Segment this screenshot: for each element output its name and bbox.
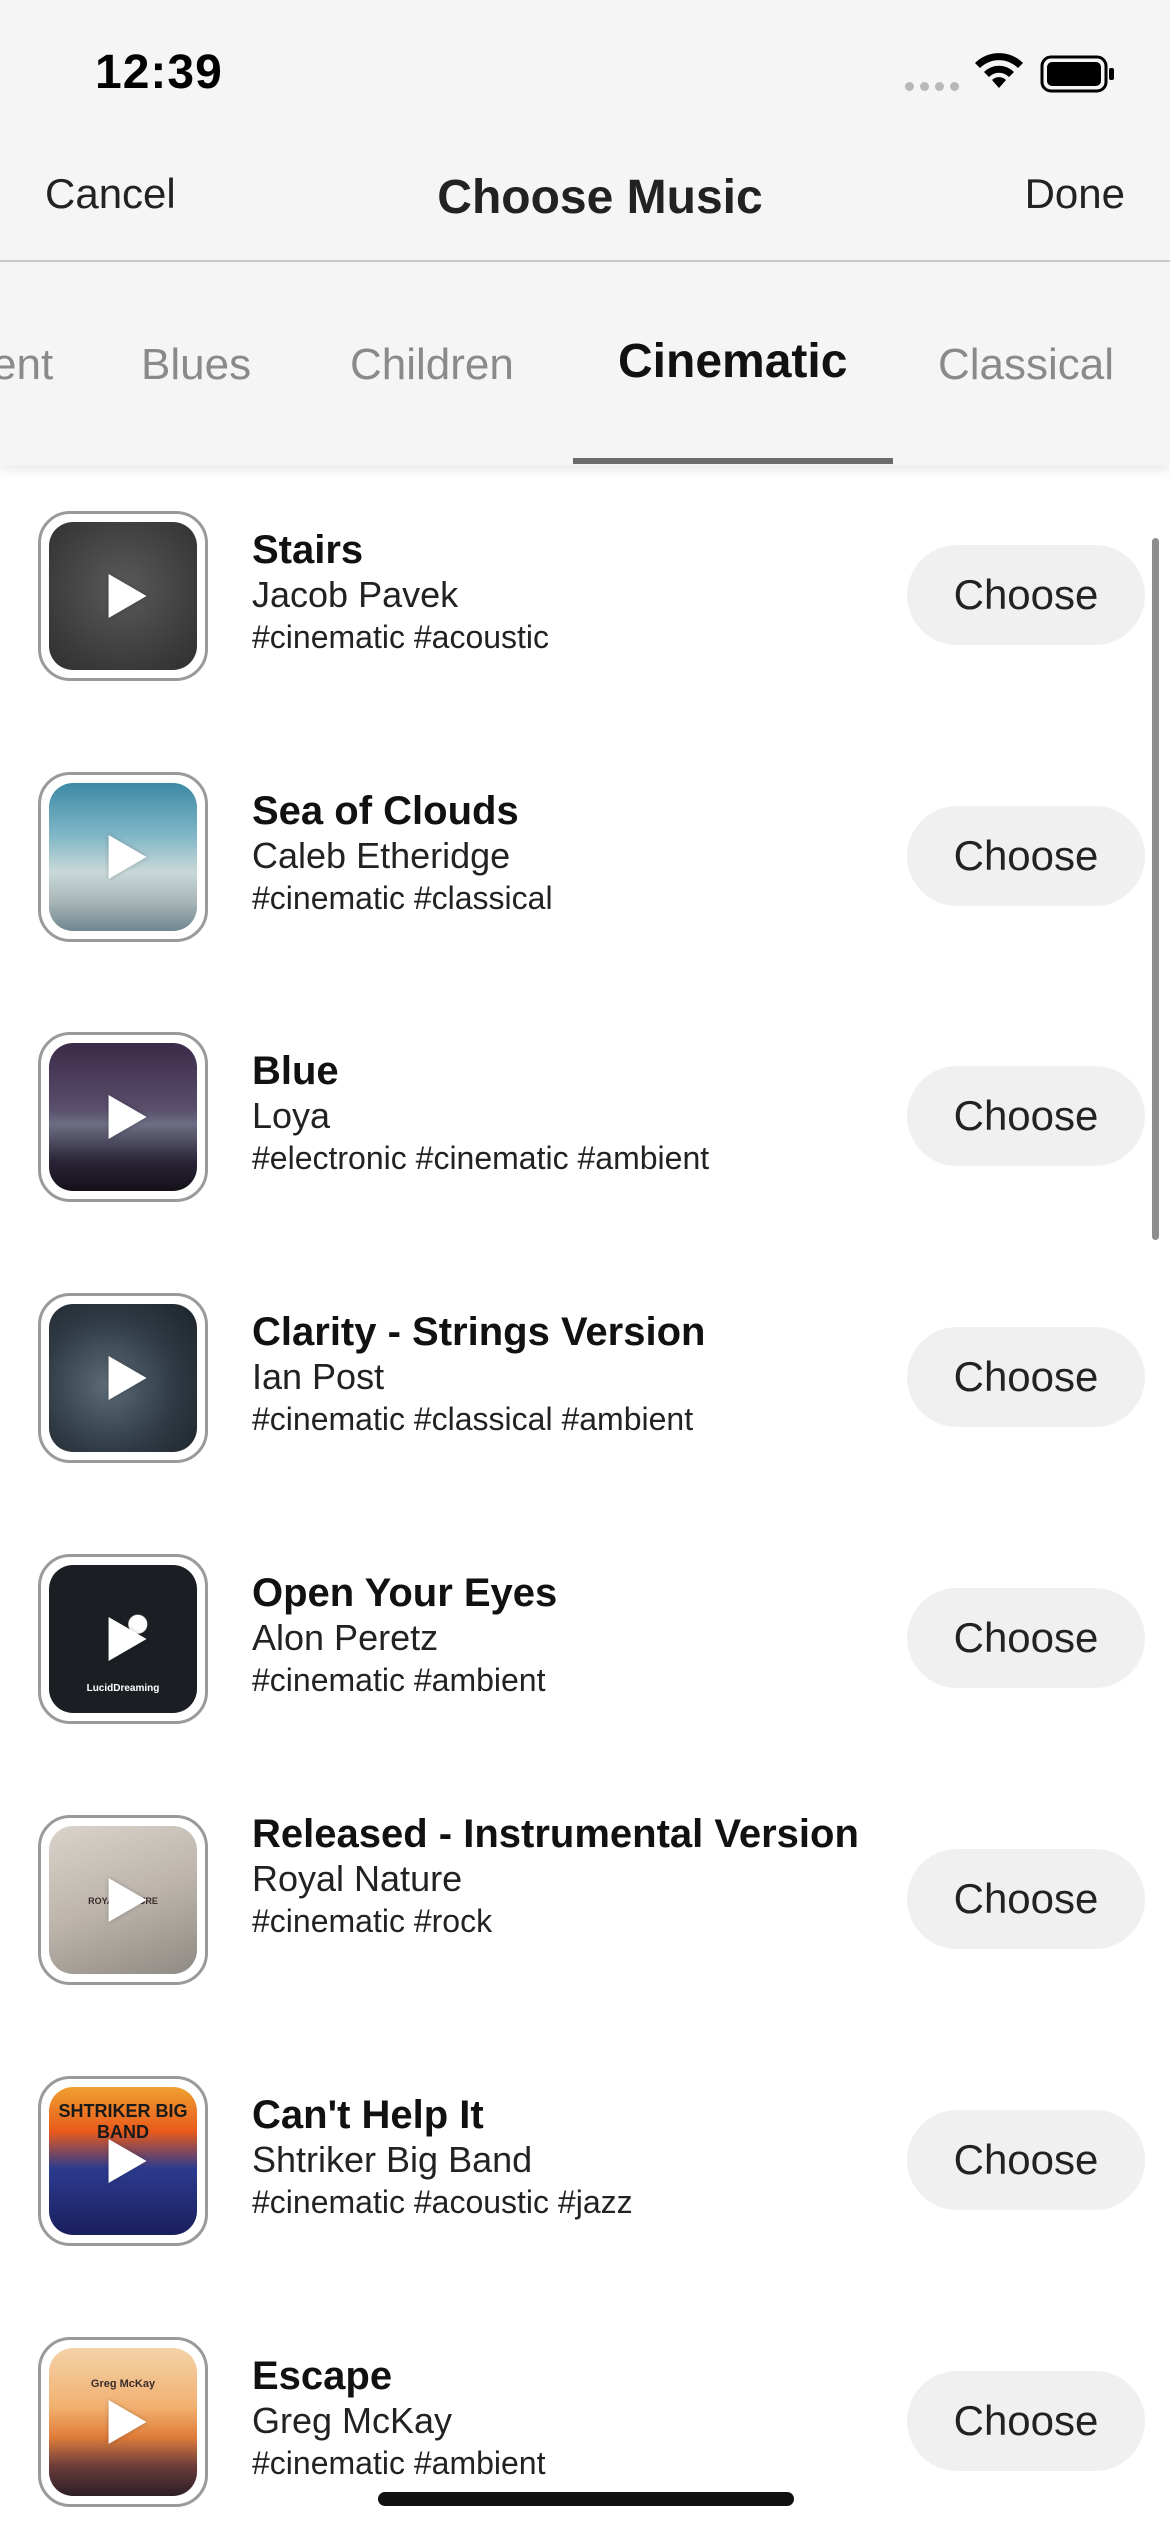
play-icon[interactable] bbox=[108, 1878, 147, 1922]
album-art-text: Greg McKay bbox=[90, 2378, 156, 2390]
track-artist: Jacob Pavek bbox=[252, 574, 459, 615]
active-tab-indicator bbox=[573, 458, 893, 464]
scroll-indicator[interactable] bbox=[1152, 538, 1159, 1240]
play-icon[interactable] bbox=[108, 2139, 147, 2183]
track-title: Clarity - Strings Version bbox=[252, 1310, 706, 1354]
play-icon[interactable] bbox=[108, 1095, 147, 1139]
play-icon[interactable] bbox=[108, 835, 147, 879]
track-tags: #cinematic #ambient bbox=[252, 2445, 546, 2481]
track-artist: Greg McKay bbox=[252, 2400, 453, 2441]
track-tags: #cinematic #acoustic bbox=[252, 619, 550, 655]
track-row: Greg McKay Escape Greg McKay #cinematic … bbox=[0, 2291, 1170, 2507]
album-art-text: SHTRIKER BIG BAND bbox=[58, 2101, 188, 2142]
track-title: Escape bbox=[252, 2354, 393, 2398]
choose-button[interactable]: Choose bbox=[907, 1588, 1145, 1688]
home-indicator[interactable] bbox=[378, 2492, 794, 2506]
track-thumbnail[interactable] bbox=[38, 772, 208, 942]
track-tags: #cinematic #classical #ambient bbox=[252, 1401, 694, 1437]
track-title: Sea of Clouds bbox=[252, 789, 519, 833]
track-tags: #cinematic #ambient bbox=[252, 1662, 546, 1698]
track-artist: Caleb Etheridge bbox=[252, 835, 511, 876]
track-artist: Alon Peretz bbox=[252, 1617, 439, 1658]
choose-button[interactable]: Choose bbox=[907, 545, 1145, 645]
tab-classical[interactable]: Classical bbox=[938, 340, 1114, 390]
page-title: Choose Music bbox=[0, 170, 1170, 225]
track-thumbnail[interactable]: ROYAL NATURE bbox=[38, 1815, 208, 1985]
choose-button[interactable]: Choose bbox=[907, 2371, 1145, 2471]
tab-cinematic[interactable]: Cinematic bbox=[618, 334, 847, 389]
track-title: Blue bbox=[252, 1049, 339, 1093]
choose-button[interactable]: Choose bbox=[907, 1849, 1145, 1949]
track-thumbnail[interactable] bbox=[38, 1293, 208, 1463]
choose-button[interactable]: Choose bbox=[907, 806, 1145, 906]
status-bar: 12:39 bbox=[0, 0, 1170, 150]
track-thumbnail[interactable]: Greg McKay bbox=[38, 2337, 208, 2507]
track-tags: #cinematic #classical bbox=[252, 880, 553, 916]
choose-button[interactable]: Choose bbox=[907, 2110, 1145, 2210]
track-tags: #cinematic #acoustic #jazz bbox=[252, 2184, 633, 2220]
album-art-text: LucidDreaming bbox=[86, 1683, 160, 1694]
track-row: Stairs Jacob Pavek #cinematic #acoustic … bbox=[0, 465, 1170, 681]
play-icon[interactable] bbox=[108, 1617, 147, 1661]
category-tabs: ent Blues Children Cinematic Classical bbox=[0, 262, 1170, 465]
choose-button[interactable]: Choose bbox=[907, 1327, 1145, 1427]
track-title: Released - Instrumental Version bbox=[252, 1812, 859, 1856]
track-artist: Loya bbox=[252, 1095, 331, 1136]
track-thumbnail[interactable]: SHTRIKER BIG BAND bbox=[38, 2076, 208, 2246]
track-title: Stairs bbox=[252, 528, 364, 572]
track-row: SHTRIKER BIG BAND Can't Help It Shtriker… bbox=[0, 2030, 1170, 2246]
track-title: Can't Help It bbox=[252, 2093, 484, 2137]
track-thumbnail[interactable] bbox=[38, 511, 208, 681]
track-thumbnail[interactable] bbox=[38, 1032, 208, 1202]
track-artist: Shtriker Big Band bbox=[252, 2139, 533, 2180]
track-list[interactable]: Stairs Jacob Pavek #cinematic #acoustic … bbox=[0, 465, 1170, 2532]
track-artist: Royal Nature bbox=[252, 1858, 463, 1899]
wifi-icon bbox=[975, 53, 1023, 88]
track-row: Clarity - Strings Version Ian Post #cine… bbox=[0, 1247, 1170, 1463]
track-tags: #cinematic #rock bbox=[252, 1903, 493, 1939]
play-icon[interactable] bbox=[108, 574, 147, 618]
track-row: Sea of Clouds Caleb Etheridge #cinematic… bbox=[0, 726, 1170, 942]
page-title-text: Choose Music bbox=[437, 171, 763, 224]
track-tags: #electronic #cinematic #ambient bbox=[252, 1140, 710, 1176]
track-title: Open Your Eyes bbox=[252, 1571, 558, 1615]
track-row: Blue Loya #electronic #cinematic #ambien… bbox=[0, 986, 1170, 1202]
battery-icon bbox=[1040, 55, 1114, 93]
play-icon[interactable] bbox=[108, 2400, 147, 2444]
tab-ent[interactable]: ent bbox=[0, 340, 53, 390]
nav-bar: Cancel Choose Music Done bbox=[0, 150, 1170, 262]
tab-children[interactable]: Children bbox=[350, 340, 514, 390]
cellular-signal-icon bbox=[905, 82, 959, 91]
play-icon[interactable] bbox=[108, 1356, 147, 1400]
tab-blues[interactable]: Blues bbox=[141, 340, 251, 390]
track-artist: Ian Post bbox=[252, 1356, 385, 1397]
track-row: LucidDreaming Open Your Eyes Alon Peretz… bbox=[0, 1508, 1170, 1724]
status-time: 12:39 bbox=[95, 46, 223, 99]
choose-button[interactable]: Choose bbox=[907, 1066, 1145, 1166]
track-thumbnail[interactable]: LucidDreaming bbox=[38, 1554, 208, 1724]
done-button[interactable]: Done bbox=[1025, 170, 1125, 218]
track-row: ROYAL NATURE Released - Instrumental Ver… bbox=[0, 1769, 1170, 1985]
